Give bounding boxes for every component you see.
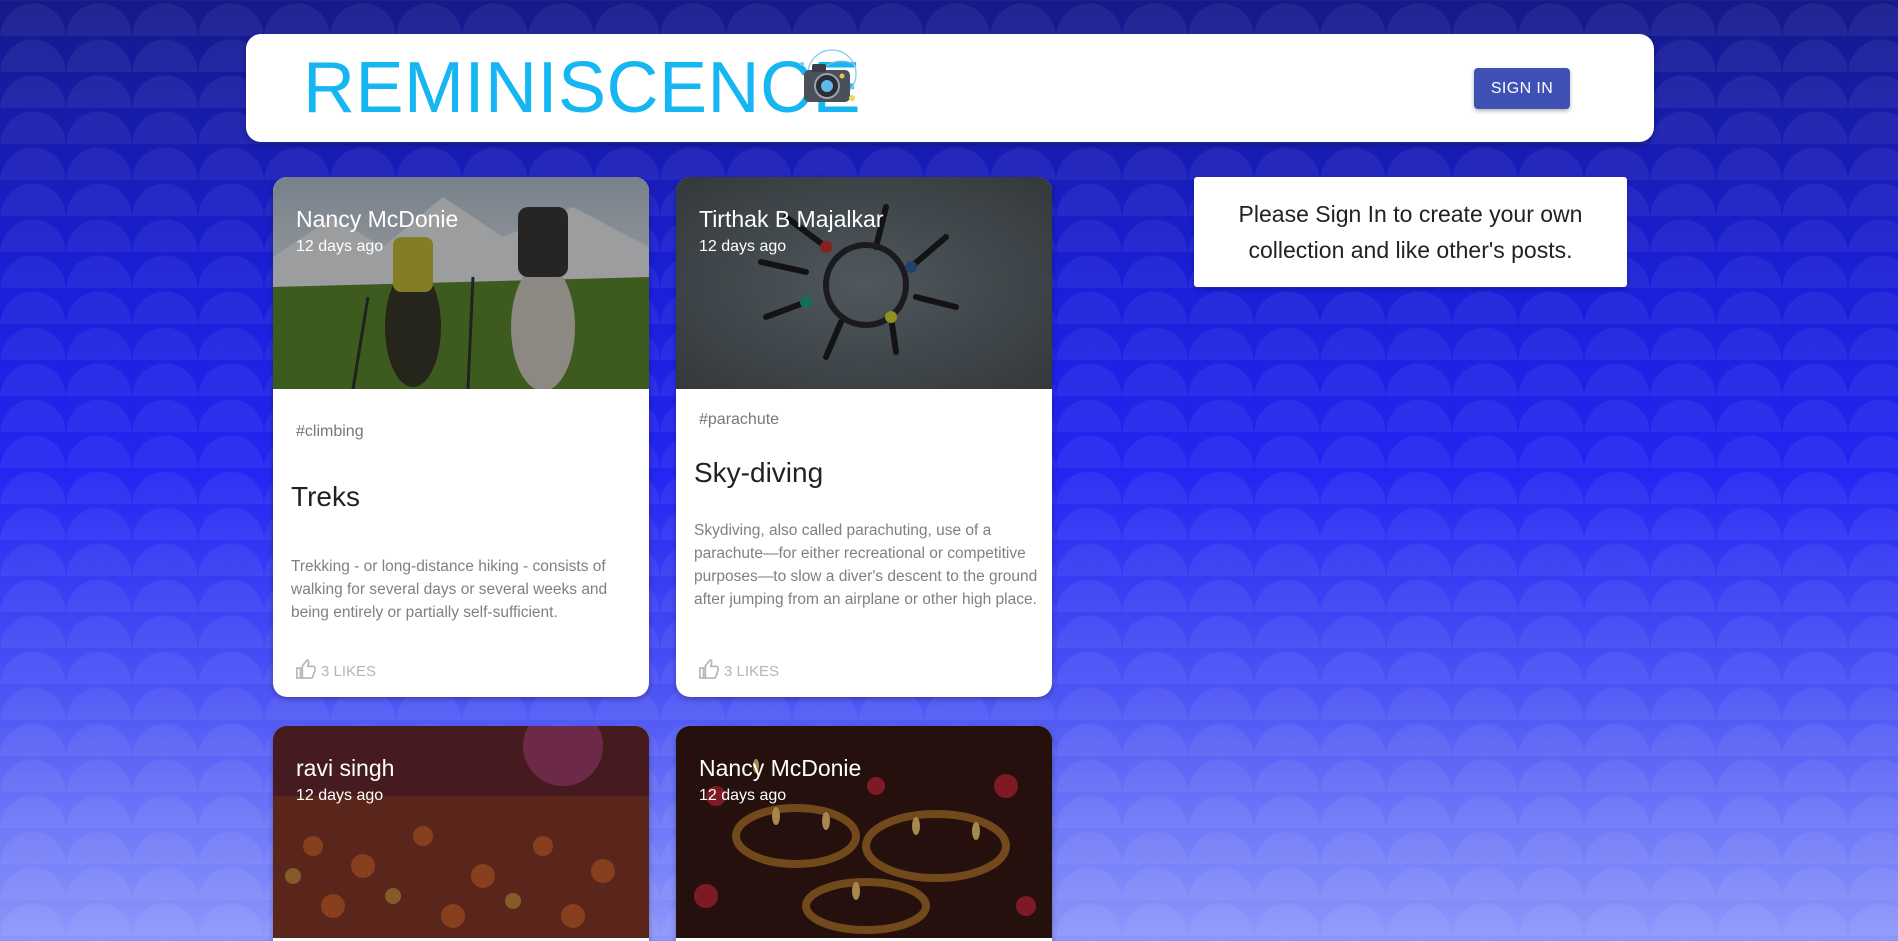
brand-title: REMINISCENCE <box>303 48 862 128</box>
post-tags: #climbing <box>296 423 364 440</box>
sign-in-notice: Please Sign In to create your own collec… <box>1194 177 1627 287</box>
thumb-up-icon <box>295 658 317 683</box>
thumb-up-icon <box>698 658 720 683</box>
post-card[interactable]: Tirthak B Majalkar 12 days ago #parachut… <box>676 177 1052 697</box>
post-tags: #parachute <box>699 411 780 428</box>
post-title: Sky-diving <box>694 457 824 488</box>
like-button[interactable]: 3 LIKES <box>295 658 377 683</box>
post-time: 12 days ago <box>296 238 384 255</box>
post-message: Skydiving, also called parachuting, use … <box>694 522 1038 608</box>
post-card[interactable]: ravi singh 12 days ago <box>273 726 649 941</box>
like-button[interactable]: 3 LIKES <box>698 658 780 683</box>
post-time: 12 days ago <box>699 787 787 804</box>
post-time: 12 days ago <box>296 787 384 804</box>
post-author: Tirthak B Majalkar <box>699 206 884 232</box>
like-count: 3 LIKES <box>321 662 377 680</box>
post-author: Nancy McDonie <box>296 206 459 232</box>
camera-icon <box>794 44 864 114</box>
post-card[interactable]: Nancy McDonie 12 days ago #climbing Trek… <box>273 177 649 697</box>
post-author: Nancy McDonie <box>699 755 862 781</box>
like-count: 3 LIKES <box>724 662 780 680</box>
post-author: ravi singh <box>296 755 395 781</box>
sign-in-button[interactable]: SIGN IN <box>1474 68 1570 109</box>
sign-in-notice-text: Please Sign In to create your own collec… <box>1238 201 1583 263</box>
post-message: Trekking - or long-distance hiking - con… <box>291 558 608 621</box>
post-card[interactable]: Nancy McDonie 12 days ago <box>676 726 1052 941</box>
post-title: Treks <box>291 481 360 512</box>
app-bar: REMINISCENCE SIGN IN <box>246 34 1654 142</box>
post-time: 12 days ago <box>699 238 787 255</box>
